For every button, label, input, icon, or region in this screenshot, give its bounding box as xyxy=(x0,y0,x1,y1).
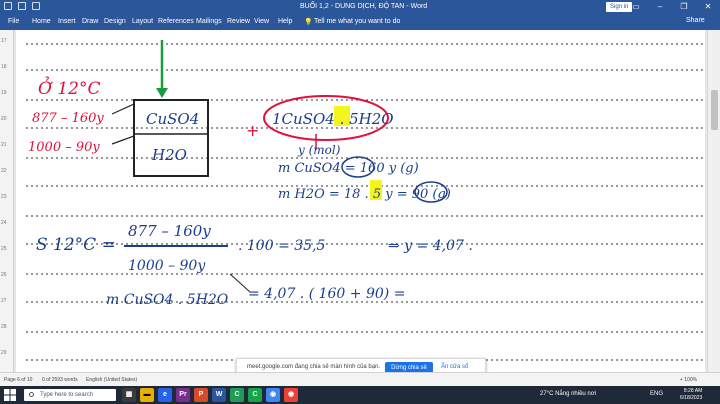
language-indicator[interactable]: English (United States) xyxy=(86,377,137,383)
ribbon-tabs: File Home Insert Draw Design Layout Refe… xyxy=(0,14,720,30)
ruler-number: 22 xyxy=(1,168,7,174)
ribbon-options-icon[interactable]: ▭ xyxy=(624,0,648,14)
tab-layout[interactable]: Layout xyxy=(132,18,153,25)
dotted-ruled-lines xyxy=(26,43,705,361)
hydrate-mass-label: m CuSO4 . 5H2O xyxy=(106,292,229,308)
green-arrow xyxy=(156,40,168,98)
ruler-number: 28 xyxy=(1,324,7,330)
hide-banner-link[interactable]: Ẩn cửa sổ xyxy=(441,364,468,370)
title-bar: BUỔI 1,2 - DUNG DỊCH, ĐỘ TAN - Word Sign… xyxy=(0,0,720,14)
ruler-number: 24 xyxy=(1,220,7,226)
windows-start-icon[interactable] xyxy=(4,389,16,401)
tab-review[interactable]: Review xyxy=(227,18,250,25)
hydrate-mass-rhs: = 4,07 . ( 160 + 90) = xyxy=(248,286,405,302)
page-count[interactable]: Page 6 of 10 xyxy=(4,377,32,383)
edge-icon[interactable]: e xyxy=(158,388,172,402)
tab-references[interactable]: References xyxy=(158,18,194,25)
weather-widget[interactable]: 27°C Nắng nhiều nơi xyxy=(540,391,596,397)
maximize-icon[interactable]: ❐ xyxy=(672,0,696,14)
y-result: ⇒ y = 4,07 . xyxy=(388,238,473,254)
tab-view[interactable]: View xyxy=(254,18,269,25)
m-cuso4-line: m CuSO4 = 160 y (g) xyxy=(278,161,419,176)
ruler-number: 21 xyxy=(1,142,7,148)
word-count[interactable]: 0 of 2593 words xyxy=(42,377,78,383)
tell-me-box[interactable]: Tell me what you want to do xyxy=(314,18,400,25)
handwritten-notes: Ở 12°C 877 – 160y 1000 – 90y CuSO4 H2O +… xyxy=(26,40,705,361)
under-formula: y (mol) xyxy=(297,143,341,157)
tab-mailings[interactable]: Mailings xyxy=(196,18,222,25)
scrollbar-thumb[interactable] xyxy=(711,90,718,130)
minimize-icon[interactable]: – xyxy=(648,0,672,14)
tab-design[interactable]: Design xyxy=(104,18,126,25)
powerpoint-icon[interactable]: P xyxy=(194,388,208,402)
solubility-denominator: 1000 – 90y xyxy=(128,258,206,274)
ruler-number: 17 xyxy=(1,38,7,44)
taskbar-search-input[interactable]: Type here to search xyxy=(24,389,116,401)
search-placeholder: Type here to search xyxy=(40,392,94,398)
task-view-icon[interactable]: ▦ xyxy=(122,388,136,402)
undo-icon[interactable] xyxy=(18,2,26,10)
taskbar-apps: ▦ ▬ e Pr P W C C ◉ ◉ xyxy=(122,388,298,402)
vertical-ruler: 17 18 19 20 21 22 23 24 25 26 27 28 29 xyxy=(0,30,14,372)
solubility-numerator: 877 – 160y xyxy=(128,222,211,240)
tab-help[interactable]: Help xyxy=(278,18,292,25)
m-h2o-line: m H2O = 18 . 5 y = 90 (g) xyxy=(278,187,451,202)
ruler-number: 27 xyxy=(1,298,7,304)
camtasia-icon[interactable]: C xyxy=(230,388,244,402)
ruler-number: 26 xyxy=(1,272,7,278)
premiere-icon[interactable]: Pr xyxy=(176,388,190,402)
quick-access-toolbar xyxy=(4,2,40,10)
tab-draw[interactable]: Draw xyxy=(82,18,98,25)
ruler-number: 29 xyxy=(1,350,7,356)
formula-main: 1CuSO4 . 5H2O xyxy=(272,110,394,128)
search-icon xyxy=(29,392,34,397)
save-icon[interactable] xyxy=(4,2,12,10)
ruler-number: 23 xyxy=(1,194,7,200)
zoom-level[interactable]: + 100% xyxy=(680,377,697,383)
tab-home[interactable]: Home xyxy=(32,18,51,25)
ruler-number: 20 xyxy=(1,116,7,122)
solubility-rest: . 100 = 35,5 xyxy=(238,238,326,254)
share-message: meet.google.com đang chia sẻ màn hình củ… xyxy=(247,364,381,370)
box-top-label: CuSO4 xyxy=(146,110,199,128)
ruler-number: 19 xyxy=(1,90,7,96)
word-icon[interactable]: W xyxy=(212,388,226,402)
chrome-icon[interactable]: ◉ xyxy=(266,388,280,402)
chrome-alt-icon[interactable]: ◉ xyxy=(284,388,298,402)
ruler-number: 25 xyxy=(1,246,7,252)
left-line-1: 877 – 160y xyxy=(32,111,104,126)
vertical-scrollbar[interactable] xyxy=(707,30,720,372)
taskbar: Type here to search ▦ ▬ e Pr P W C C ◉ ◉… xyxy=(0,386,720,404)
document-area: 17 18 19 20 21 22 23 24 25 26 27 28 29 Ở… xyxy=(0,30,720,372)
window-title: BUỔI 1,2 - DUNG DỊCH, ĐỘ TAN - Word xyxy=(300,3,428,10)
close-icon[interactable]: ✕ xyxy=(696,0,720,14)
ruler-number: 18 xyxy=(1,64,7,70)
plus-sign: + xyxy=(246,121,259,140)
box-bottom-label: H2O xyxy=(151,146,187,164)
system-clock[interactable]: 8:28 AM 6/18/2023 xyxy=(680,388,702,402)
left-title: Ở 12°C xyxy=(38,76,100,99)
clock-date: 6/18/2023 xyxy=(680,395,703,401)
file-explorer-icon[interactable]: ▬ xyxy=(140,388,154,402)
clock-time: 8:28 AM xyxy=(683,388,703,394)
green-app-icon[interactable]: C xyxy=(248,388,262,402)
left-line-2: 1000 – 90y xyxy=(28,140,100,155)
language-tray[interactable]: ENG xyxy=(650,391,663,397)
status-bar: Page 6 of 10 0 of 2593 words English (Un… xyxy=(0,372,720,386)
solubility-label: S 12°C = xyxy=(36,235,116,255)
tab-insert[interactable]: Insert xyxy=(58,18,76,25)
share-button[interactable]: Share xyxy=(686,17,705,24)
redo-icon[interactable] xyxy=(32,2,40,10)
tab-file[interactable]: File xyxy=(8,18,19,25)
document-page[interactable]: Ở 12°C 877 – 160y 1000 – 90y CuSO4 H2O +… xyxy=(16,30,705,372)
lightbulb-icon: 💡 xyxy=(304,19,313,26)
